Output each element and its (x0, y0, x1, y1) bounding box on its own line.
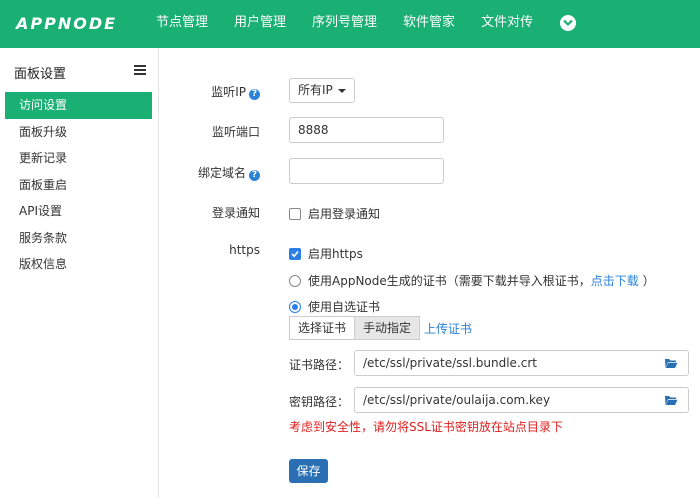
nav-more-chevron-down-icon[interactable] (560, 15, 576, 31)
login-notify-checkbox-row[interactable]: 启用登录通知 (289, 205, 380, 222)
main-nav: 节点管理 用户管理 序列号管理 软件管家 文件对传 (156, 0, 559, 48)
nav-node-management[interactable]: 节点管理 (156, 0, 208, 48)
download-root-cert-link[interactable]: 点击下载 (591, 272, 639, 289)
tab-select-cert[interactable]: 选择证书 (289, 316, 356, 340)
sidebar: 面板设置 访问设置 面板升级 更新记录 面板重启 API设置 服务条款 版权信息 (0, 48, 159, 498)
cert-option-custom-row[interactable]: 使用自选证书 (289, 298, 380, 315)
sidebar-item-access-settings[interactable]: 访问设置 (5, 92, 152, 119)
listen-port-label: 监听端口 (211, 125, 260, 139)
tab-manual-cert[interactable]: 手动指定 (355, 316, 421, 340)
nav-software-manager[interactable]: 软件管家 (403, 0, 455, 48)
sidebar-title: 面板设置 (14, 67, 67, 82)
key-path-label: 密钥路径： (289, 395, 350, 409)
sidebar-item-terms[interactable]: 服务条款 (5, 225, 152, 252)
cert-path-label: 证书路径： (289, 358, 350, 372)
appnode-logo[interactable]: APPNODE (16, 14, 117, 33)
nav-serial-management[interactable]: 序列号管理 (312, 0, 377, 48)
security-warning-text: 考虑到安全性，请勿将SSL证书密钥放在站点目录下 (289, 420, 563, 434)
sidebar-item-changelog[interactable]: 更新记录 (5, 145, 152, 172)
nav-file-transfer[interactable]: 文件对传 (481, 0, 533, 48)
question-circle-icon[interactable]: ? (249, 89, 260, 100)
cert-option-appnode-radio[interactable] (289, 274, 301, 287)
sidebar-menu: 访问设置 面板升级 更新记录 面板重启 API设置 服务条款 版权信息 (5, 92, 152, 278)
cert-path-input[interactable]: /etc/ssl/private/ssl.bundle.crt (354, 350, 689, 376)
checkmark-icon (291, 250, 299, 257)
listen-ip-label: 监听IP? (211, 83, 260, 100)
question-circle-icon[interactable]: ? (249, 170, 260, 181)
top-navbar: APPNODE 节点管理 用户管理 序列号管理 软件管家 文件对传 (0, 0, 700, 48)
sidebar-item-copyright[interactable]: 版权信息 (5, 251, 152, 278)
caret-down-icon (338, 89, 346, 93)
nav-user-management[interactable]: 用户管理 (234, 0, 286, 48)
https-label: https (229, 243, 260, 257)
listen-port-input[interactable]: 8888 (289, 117, 444, 143)
https-enable-checkbox-row[interactable]: 启用https (289, 245, 363, 262)
https-enable-checkbox[interactable] (289, 247, 301, 260)
cert-option-custom-radio[interactable] (289, 300, 301, 313)
sidebar-item-panel-upgrade[interactable]: 面板升级 (5, 119, 152, 146)
listen-ip-select[interactable]: 所有IP (289, 78, 355, 103)
save-button[interactable]: 保存 (289, 459, 328, 483)
hamburger-icon[interactable] (134, 65, 146, 75)
tab-upload-cert[interactable]: 上传证书 (424, 320, 472, 337)
login-notify-label: 登录通知 (211, 206, 260, 220)
cert-source-tabs: 选择证书 手动指定 (289, 316, 421, 340)
sidebar-item-panel-restart[interactable]: 面板重启 (5, 172, 152, 199)
folder-open-icon[interactable] (664, 357, 678, 369)
login-notify-checkbox[interactable] (289, 207, 301, 220)
folder-open-icon[interactable] (664, 394, 678, 406)
key-path-input[interactable]: /etc/ssl/private/oulaija.com.key (354, 387, 689, 413)
bind-domain-label: 绑定域名? (198, 164, 260, 181)
sidebar-item-api-settings[interactable]: API设置 (5, 198, 152, 225)
settings-form: 监听IP? 所有IP 监听端口 8888 绑定域名? 登录通知 启用登录通知 h… (159, 48, 700, 498)
bind-domain-input[interactable] (289, 158, 444, 184)
cert-option-appnode-row[interactable]: 使用AppNode生成的证书（需要下载并导入根证书， 点击下载） (289, 272, 655, 289)
